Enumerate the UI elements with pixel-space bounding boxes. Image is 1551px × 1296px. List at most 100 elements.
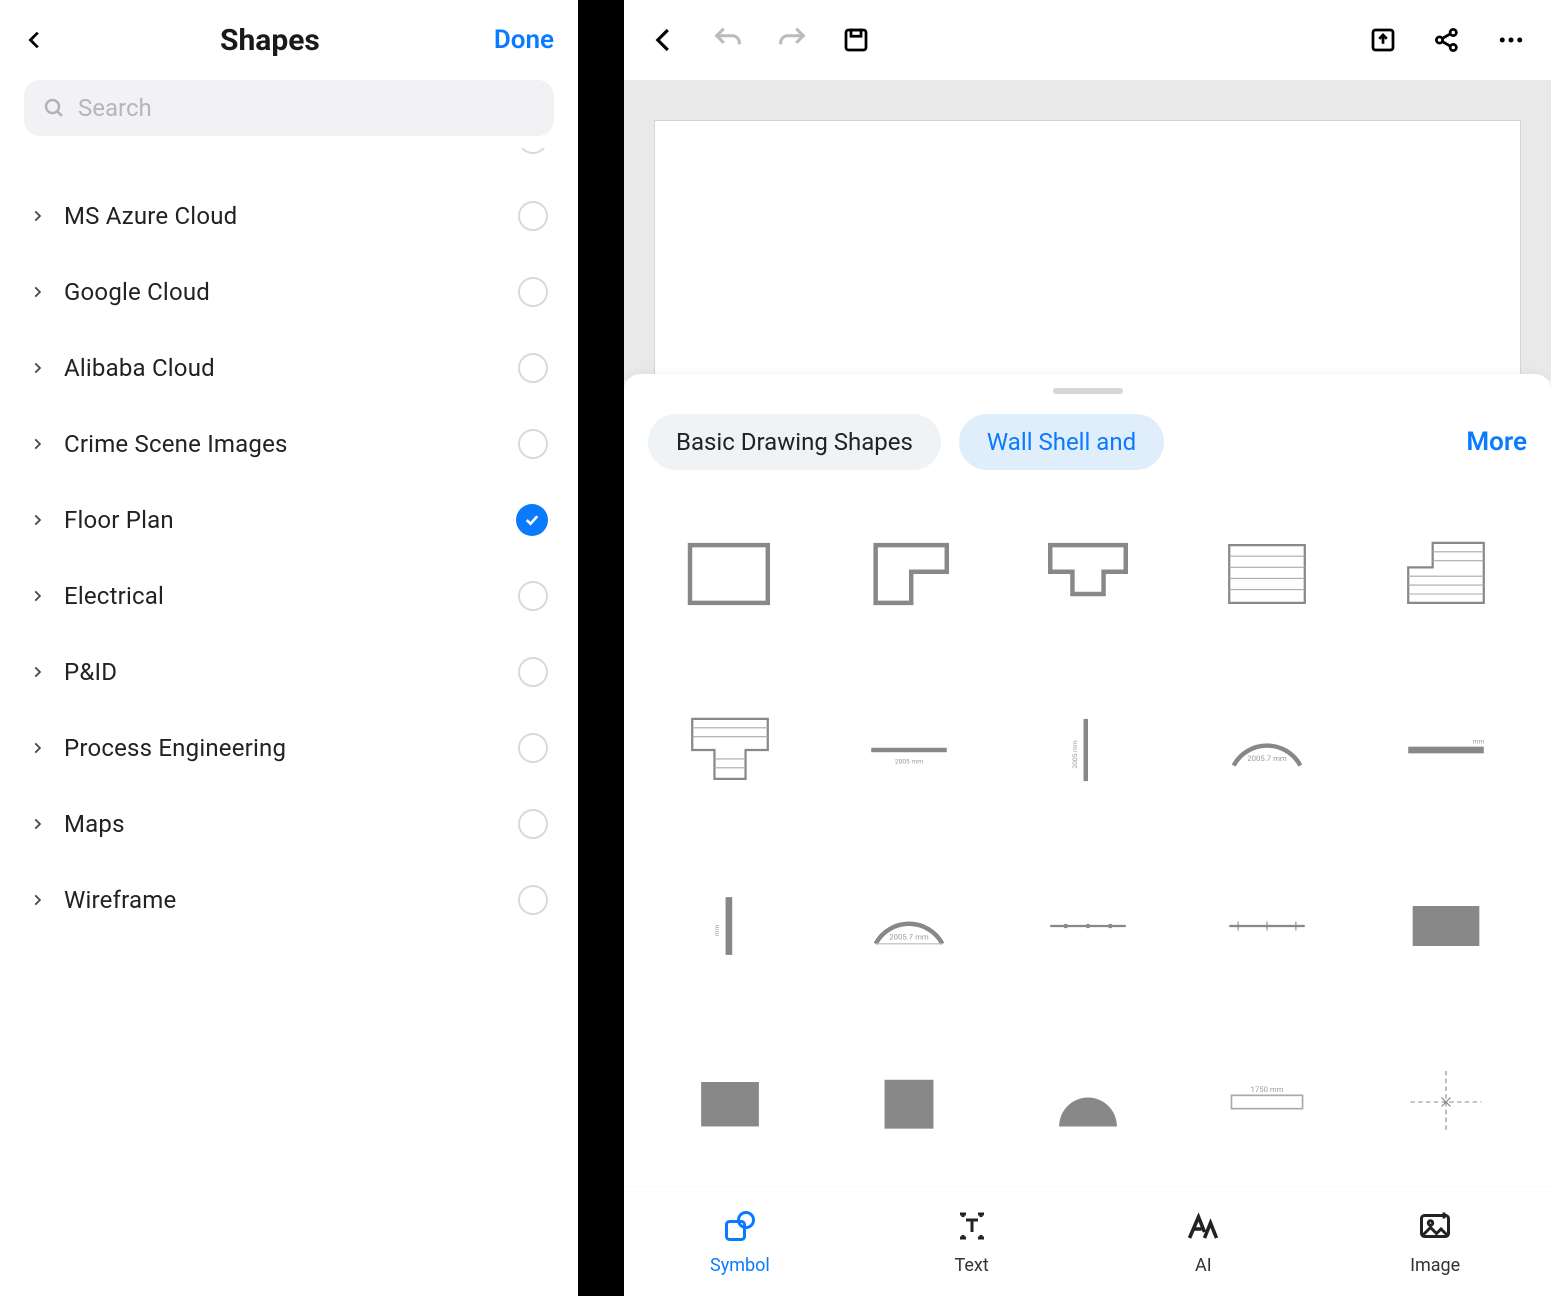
canvas-area[interactable] xyxy=(624,80,1551,380)
ai-icon xyxy=(1185,1208,1221,1249)
list-item[interactable]: MS Azure Cloud xyxy=(0,178,578,254)
radio-unchecked-icon[interactable] xyxy=(518,809,548,839)
more-button[interactable] xyxy=(1491,20,1531,60)
export-button[interactable] xyxy=(1363,20,1403,60)
shape-circle-fill[interactable] xyxy=(1010,1032,1165,1172)
radio-unchecked-icon[interactable] xyxy=(518,353,548,383)
nav-label: AI xyxy=(1195,1255,1212,1276)
shape-wall-horiz[interactable] xyxy=(831,680,986,820)
undo-button[interactable] xyxy=(708,20,748,60)
page-title: Shapes xyxy=(46,23,494,58)
search-field[interactable] xyxy=(24,80,554,136)
nav-symbol[interactable]: Symbol xyxy=(624,1187,856,1296)
bottom-nav: Symbol Text AI Image xyxy=(624,1186,1551,1296)
drawing-canvas[interactable] xyxy=(654,120,1521,380)
nav-image[interactable]: Image xyxy=(1319,1187,1551,1296)
shape-room-rect[interactable] xyxy=(652,504,807,644)
radio-unchecked-icon[interactable] xyxy=(518,148,548,154)
list-item[interactable]: Amazon Web Services xyxy=(0,148,578,178)
list-item-label: P&ID xyxy=(64,658,518,686)
shape-dim-label[interactable] xyxy=(1189,1032,1344,1172)
search-icon xyxy=(42,96,66,120)
category-chip[interactable]: Basic Drawing Shapes xyxy=(648,414,941,470)
redo-button[interactable] xyxy=(772,20,812,60)
shape-grid xyxy=(624,490,1551,1186)
shape-room-l-shape[interactable] xyxy=(831,504,986,644)
shape-room-lined-l[interactable] xyxy=(1368,504,1523,644)
nav-label: Text xyxy=(955,1255,989,1276)
radio-unchecked-icon[interactable] xyxy=(518,429,548,459)
list-item-label: Alibaba Cloud xyxy=(64,354,518,382)
shape-category-list[interactable]: Amazon Web Services MS Azure Cloud Googl… xyxy=(0,148,578,1294)
shapes-header: Shapes Done xyxy=(0,0,578,80)
shape-slab-fill2[interactable] xyxy=(652,1032,807,1172)
shape-center-mark[interactable] xyxy=(1368,1032,1523,1172)
chevron-right-icon xyxy=(30,361,44,375)
chevron-right-icon xyxy=(30,741,44,755)
shapes-library-pane: Shapes Done Amazon Web Services MS Azure… xyxy=(0,0,578,1296)
list-item-label: Google Cloud xyxy=(64,278,518,306)
search-input[interactable] xyxy=(78,94,536,122)
shape-slab-fill[interactable] xyxy=(1368,856,1523,996)
nav-text[interactable]: Text xyxy=(856,1187,1088,1296)
list-item-label: Electrical xyxy=(64,582,518,610)
chevron-right-icon xyxy=(30,285,44,299)
list-item[interactable]: Google Cloud xyxy=(0,254,578,330)
shape-room-t-shape[interactable] xyxy=(1010,504,1165,644)
shape-wall-vert[interactable] xyxy=(1010,680,1165,820)
radio-unchecked-icon[interactable] xyxy=(518,657,548,687)
radio-unchecked-icon[interactable] xyxy=(518,733,548,763)
more-link[interactable]: More xyxy=(1466,427,1527,457)
shape-grid-span2[interactable] xyxy=(1189,856,1344,996)
image-icon xyxy=(1417,1208,1453,1249)
list-item[interactable]: Alibaba Cloud xyxy=(0,330,578,406)
category-chips: Basic Drawing Shapes Wall Shell and More xyxy=(624,414,1551,490)
chevron-right-icon xyxy=(30,209,44,223)
drag-handle[interactable] xyxy=(1053,388,1123,394)
share-button[interactable] xyxy=(1427,20,1467,60)
radio-checked-icon[interactable] xyxy=(516,504,548,536)
shape-room-t-down[interactable] xyxy=(652,680,807,820)
text-icon xyxy=(954,1208,990,1249)
list-item[interactable]: Maps xyxy=(0,786,578,862)
list-item[interactable]: Wireframe xyxy=(0,862,578,938)
list-item[interactable]: Crime Scene Images xyxy=(0,406,578,482)
chevron-right-icon xyxy=(30,893,44,907)
radio-unchecked-icon[interactable] xyxy=(518,581,548,611)
shape-beam[interactable] xyxy=(1368,680,1523,820)
editor-pane: Basic Drawing ShapesWall Shell and More … xyxy=(624,0,1551,1296)
nav-ai[interactable]: AI xyxy=(1088,1187,1320,1296)
chevron-right-icon xyxy=(30,817,44,831)
list-item[interactable]: Process Engineering xyxy=(0,710,578,786)
shape-arc-door[interactable] xyxy=(831,856,986,996)
shape-grid-span1[interactable] xyxy=(1010,856,1165,996)
list-item[interactable]: Electrical xyxy=(0,558,578,634)
shape-slab-fill3[interactable] xyxy=(831,1032,986,1172)
shape-arc-wall[interactable] xyxy=(1189,680,1344,820)
radio-unchecked-icon[interactable] xyxy=(518,885,548,915)
list-item-label: Crime Scene Images xyxy=(64,430,518,458)
back-button[interactable] xyxy=(644,20,684,60)
done-button[interactable]: Done xyxy=(494,25,554,55)
symbol-icon xyxy=(722,1208,758,1249)
list-item-label: Floor Plan xyxy=(64,506,516,534)
save-button[interactable] xyxy=(836,20,876,60)
editor-toolbar xyxy=(624,0,1551,80)
category-chip[interactable]: Wall Shell and xyxy=(959,414,1164,470)
list-item-label: Amazon Web Services xyxy=(64,148,518,153)
chevron-right-icon xyxy=(30,589,44,603)
list-item-label: Process Engineering xyxy=(64,734,518,762)
chevron-right-icon xyxy=(30,665,44,679)
back-button[interactable] xyxy=(24,29,46,51)
list-item[interactable]: Floor Plan xyxy=(0,482,578,558)
radio-unchecked-icon[interactable] xyxy=(518,201,548,231)
nav-label: Image xyxy=(1410,1255,1460,1276)
shape-column-vert[interactable] xyxy=(652,856,807,996)
list-item[interactable]: P&ID xyxy=(0,634,578,710)
list-item-label: Maps xyxy=(64,810,518,838)
shape-room-lined[interactable] xyxy=(1189,504,1344,644)
chevron-right-icon xyxy=(30,513,44,527)
radio-unchecked-icon[interactable] xyxy=(518,277,548,307)
chevron-right-icon xyxy=(30,437,44,451)
list-item-label: MS Azure Cloud xyxy=(64,202,518,230)
